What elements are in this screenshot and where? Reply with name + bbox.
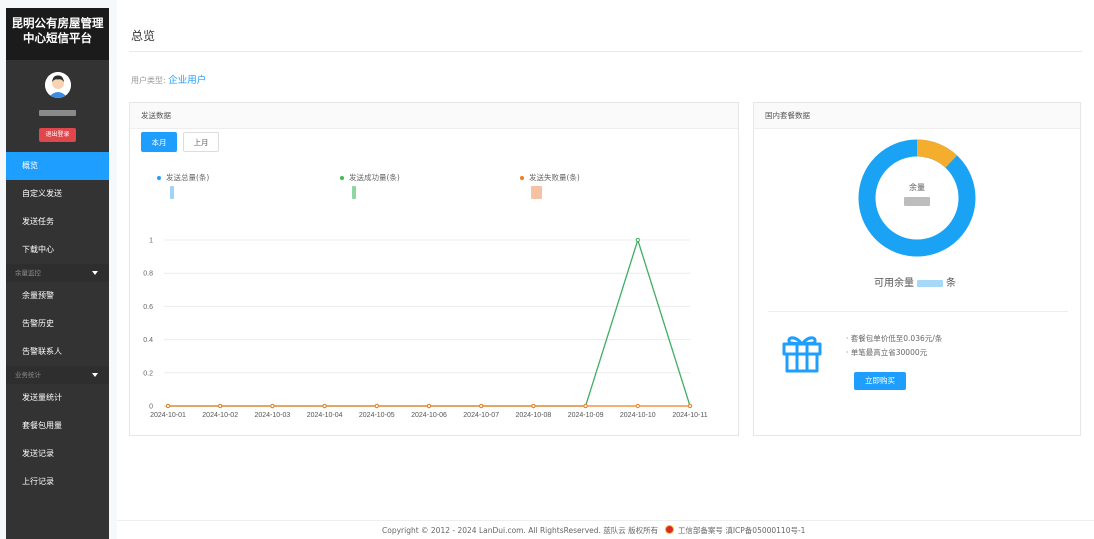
package-divider [768, 311, 1068, 312]
user-profile: 退出登录 [6, 60, 109, 152]
y-tick-label: 0.8 [143, 271, 153, 278]
nav-item-download-center[interactable]: 下载中心 [6, 236, 109, 264]
nav-item-overview[interactable]: 概览 [6, 152, 109, 180]
x-tick-label: 2024-10-06 [411, 412, 447, 419]
legend-failed: 发送失败量(条) [520, 172, 580, 183]
package-data-title: 国内套餐数据 [754, 103, 1080, 129]
send-data-title: 发送数据 [130, 103, 738, 129]
user-avatar-icon [45, 72, 71, 98]
x-tick-label: 2024-10-03 [254, 412, 290, 419]
y-tick-label: 1 [149, 238, 153, 245]
series-line [168, 237, 691, 407]
nav-group-balance-label: 余量监控 [15, 269, 41, 277]
footer: Copyright © 2012 - 2024 LanDui.com. All … [382, 525, 805, 536]
username-masked [39, 110, 76, 116]
nav-item-alert-history[interactable]: 告警历史 [6, 310, 109, 338]
x-tick-label: 2024-10-05 [359, 412, 395, 419]
x-tick-label: 2024-10-11 [672, 412, 707, 419]
police-emblem-icon [664, 525, 674, 534]
tab-this-month[interactable]: 本月 [141, 132, 177, 152]
footer-copyright: Copyright © 2012 - 2024 LanDui.com. All … [382, 526, 659, 535]
brand-line-1: 昆明公有房屋管理 [11, 16, 104, 30]
caret-down-icon [92, 271, 98, 275]
y-tick-label: 0.2 [143, 370, 153, 377]
avatar[interactable] [45, 72, 71, 98]
data-point[interactable] [635, 403, 640, 409]
user-type-label: 用户类型: [131, 76, 166, 85]
nav-item-send-stats[interactable]: 发送量统计 [6, 384, 109, 412]
legend-success-label: 发送成功量(条) [349, 173, 400, 182]
available-value-masked [917, 279, 943, 287]
legend-total: 发送总量(条) [157, 172, 209, 183]
footer-divider [117, 520, 1094, 521]
x-tick-label: 2024-10-08 [515, 412, 551, 419]
package-saving-line: · 单笔最高立省30000元 [846, 348, 928, 357]
data-point[interactable] [426, 403, 432, 409]
gift-icon [782, 336, 822, 373]
nav-item-alert-contacts[interactable]: 告警联系人 [6, 338, 109, 366]
nav-group-business-stats[interactable]: 业务统计 [6, 366, 109, 384]
tab-last-month[interactable]: 上月 [183, 132, 219, 152]
user-type-value: 企业用户 [168, 75, 207, 86]
y-tick-label: 0.4 [143, 337, 153, 344]
footer-icp[interactable]: 工信部备案号 滇ICP备05000110号-1 [678, 526, 806, 535]
available-suffix: 条 [946, 278, 956, 289]
data-point[interactable] [322, 403, 327, 409]
user-type: 用户类型: 企业用户 [131, 72, 206, 86]
x-tick-label: 2024-10-10 [620, 412, 656, 419]
nav-group-balance-monitor[interactable]: 余量监控 [6, 264, 109, 282]
data-point[interactable] [635, 237, 640, 243]
nav-item-send-records[interactable]: 发送记录 [6, 440, 109, 468]
caret-down-icon [92, 373, 98, 377]
data-point[interactable] [531, 403, 536, 409]
logout-button[interactable]: 退出登录 [39, 128, 76, 142]
nav-item-upstream-records[interactable]: 上行记录 [6, 468, 109, 496]
data-point[interactable] [583, 403, 588, 409]
sidebar: 昆明公有房屋管理 中心短信平台 退出登录 概览 自定义发送 发送任务 下载中心 … [6, 8, 109, 539]
brand-line-2: 中心短信平台 [23, 31, 92, 45]
nav-item-custom-send[interactable]: 自定义发送 [6, 180, 109, 208]
y-tick-label: 0 [149, 404, 153, 411]
x-tick-label: 2024-10-02 [202, 412, 238, 419]
buy-now-button[interactable]: 立即购买 [854, 372, 906, 390]
legend-total-label: 发送总量(条) [166, 173, 210, 182]
data-point[interactable] [687, 403, 693, 409]
page-title: 总览 [131, 29, 156, 43]
data-point[interactable] [270, 403, 275, 409]
y-tick-label: 0.6 [143, 304, 153, 311]
donut-value-masked [904, 197, 930, 206]
donut-center-label: 余量 [909, 183, 925, 192]
x-tick-label: 2024-10-01 [150, 412, 186, 419]
main-content: 总览 用户类型: 企业用户 发送数据 本月 上月 发送总量(条) 发送成功量(条… [117, 0, 1094, 539]
title-divider [129, 51, 1082, 52]
send-line-chart: 0 0.2 0.4 0.6 0.8 1 2024-10-01 2024-10-02 2024-… [143, 237, 707, 420]
data-point[interactable] [374, 403, 379, 409]
total-value-masked [170, 186, 174, 199]
legend-dot [520, 176, 524, 180]
legend-success: 发送成功量(条) [340, 172, 400, 183]
x-tick-label: 2024-10-04 [307, 412, 343, 419]
package-price-line: · 套餐包单价低至0.036元/条 [846, 334, 943, 343]
brand-title: 昆明公有房屋管理 中心短信平台 [6, 8, 109, 60]
x-tick-label: 2024-10-09 [568, 412, 604, 419]
success-value-masked [352, 186, 356, 199]
data-point[interactable] [165, 403, 171, 409]
data-point[interactable] [479, 403, 484, 409]
legend-failed-label: 发送失败量(条) [529, 173, 580, 182]
nav-group-stats-label: 业务统计 [15, 371, 41, 379]
legend-dot [157, 176, 161, 180]
data-point[interactable] [218, 403, 223, 409]
available-balance: 可用余量 条 [874, 274, 956, 289]
available-prefix: 可用余量 [874, 278, 914, 289]
nav-item-package-usage[interactable]: 套餐包用量 [6, 412, 109, 440]
nav-item-balance-alert[interactable]: 余量预警 [6, 282, 109, 310]
nav-item-send-tasks[interactable]: 发送任务 [6, 208, 109, 236]
failed-value-masked [531, 186, 542, 199]
legend-dot [340, 176, 344, 180]
x-tick-label: 2024-10-07 [463, 412, 499, 419]
